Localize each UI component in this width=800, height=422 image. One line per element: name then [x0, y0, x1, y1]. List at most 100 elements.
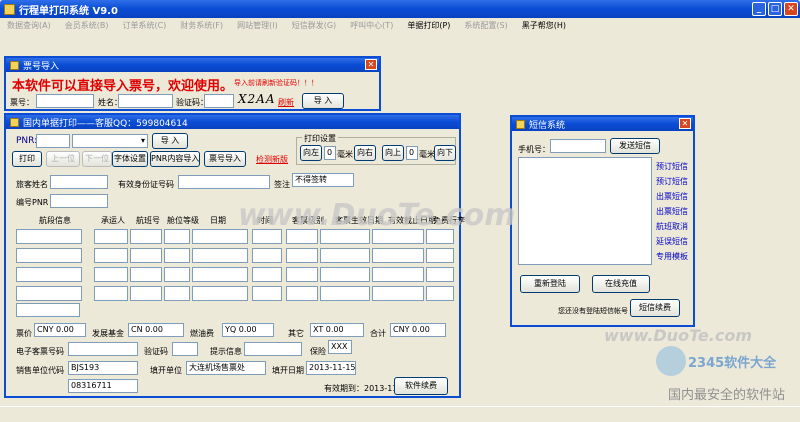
menu-item-8[interactable]: 系统配置(S)	[457, 20, 514, 31]
send-sms-button[interactable]: 发送短信	[610, 138, 660, 154]
total-input[interactable]: CNY 0.00	[390, 323, 446, 337]
remark-input[interactable]: 不得签转	[292, 173, 354, 187]
menu-item-6[interactable]: 呼叫中心(T)	[343, 20, 400, 31]
menu-item-4[interactable]: 网站管理(I)	[230, 20, 285, 31]
menu-item-1[interactable]: 会员系统(B)	[58, 20, 116, 31]
segment-cell[interactable]	[252, 248, 282, 263]
move-up-button[interactable]: 向上	[382, 145, 404, 161]
segment-cell[interactable]	[320, 267, 370, 282]
sms-template-link-1[interactable]: 预订短信	[656, 176, 688, 187]
segment-cell[interactable]	[426, 248, 454, 263]
segment-cell[interactable]	[372, 286, 424, 301]
move-down-button[interactable]: 向下	[434, 145, 456, 161]
sms-template-link-4[interactable]: 航班取消	[656, 221, 688, 232]
info-input[interactable]	[244, 342, 302, 356]
eticket-input[interactable]	[68, 342, 138, 356]
menu-item-0[interactable]: 数据查询(A)	[0, 20, 58, 31]
sms-template-link-3[interactable]: 出票短信	[656, 206, 688, 217]
sms-template-link-5[interactable]: 延误短信	[656, 236, 688, 247]
sms-template-link-2[interactable]: 出票短信	[656, 191, 688, 202]
segment-cell[interactable]	[192, 248, 248, 263]
segment-cell[interactable]	[426, 267, 454, 282]
print-button[interactable]: 打印	[12, 151, 42, 167]
segment-cell[interactable]	[252, 267, 282, 282]
pnr-input[interactable]	[36, 134, 70, 148]
segment-cell[interactable]	[286, 248, 318, 263]
segment-cell[interactable]	[286, 286, 318, 301]
online-recharge-button[interactable]: 在线充值	[592, 275, 650, 293]
refresh-link[interactable]: 刷新	[278, 97, 294, 108]
name-input[interactable]	[118, 94, 173, 108]
next-button[interactable]: 下一位	[82, 151, 112, 167]
extra-segment-input[interactable]	[16, 303, 80, 317]
issue-date-input[interactable]: 2013-11-15	[306, 361, 356, 375]
agent-code-input[interactable]: BJS193	[68, 361, 138, 375]
pnr-code-input[interactable]	[50, 194, 108, 208]
menu-item-3[interactable]: 财务系统(F)	[173, 20, 230, 31]
phone-input[interactable]: 08316711	[68, 379, 138, 393]
segment-cell[interactable]	[286, 267, 318, 282]
move-left-button[interactable]: 向左	[300, 145, 322, 161]
sms-template-link-0[interactable]: 预订短信	[656, 161, 688, 172]
pnr-select[interactable]: ▾	[72, 134, 148, 148]
segment-cell[interactable]	[372, 267, 424, 282]
segment-cell[interactable]	[164, 286, 190, 301]
check-update-link[interactable]: 检测新版	[256, 154, 288, 165]
segment-cell[interactable]	[16, 248, 82, 263]
verify-input[interactable]	[172, 342, 198, 356]
relogin-button[interactable]: 重新登陆	[520, 275, 580, 293]
minimize-button[interactable]: _	[752, 2, 766, 16]
close-button[interactable]: ✕	[784, 2, 798, 16]
close-icon[interactable]: ✕	[365, 59, 377, 70]
fund-input[interactable]: CN 0.00	[128, 323, 184, 337]
segment-cell[interactable]	[94, 229, 128, 244]
segment-cell[interactable]	[320, 286, 370, 301]
segment-cell[interactable]	[192, 267, 248, 282]
segment-cell[interactable]	[320, 248, 370, 263]
maximize-button[interactable]: □	[768, 2, 782, 16]
software-renew-button[interactable]: 软件续费	[394, 377, 448, 395]
segment-cell[interactable]	[192, 286, 248, 301]
menu-item-9[interactable]: 黑子帮您(H)	[515, 20, 573, 31]
segment-cell[interactable]	[130, 248, 162, 263]
pnr-content-import-button[interactable]: PNR内容导入	[150, 151, 200, 167]
segment-cell[interactable]	[164, 229, 190, 244]
segment-cell[interactable]	[164, 248, 190, 263]
fuel-input[interactable]: YQ 0.00	[222, 323, 274, 337]
ticket-number-import-button[interactable]: 票号导入	[204, 151, 246, 167]
move-right-button[interactable]: 向右	[354, 145, 376, 161]
passenger-name-input[interactable]	[50, 175, 108, 189]
issuer-input[interactable]: 大连机场售票处	[186, 361, 266, 375]
sms-renew-button[interactable]: 短信续费	[630, 299, 680, 317]
segment-cell[interactable]	[372, 248, 424, 263]
segment-cell[interactable]	[130, 286, 162, 301]
insurance-input[interactable]: XXX	[328, 340, 352, 354]
menu-item-7[interactable]: 单据打印(P)	[400, 20, 457, 31]
pnr-import-button[interactable]: 导 入	[152, 133, 188, 149]
segment-cell[interactable]	[16, 267, 82, 282]
fare-input[interactable]: CNY 0.00	[34, 323, 86, 337]
segment-cell[interactable]	[426, 286, 454, 301]
segment-cell[interactable]	[164, 267, 190, 282]
segment-cell[interactable]	[94, 248, 128, 263]
sms-content-textarea[interactable]	[518, 157, 652, 265]
id-number-input[interactable]	[178, 175, 270, 189]
other-input[interactable]: XT 0.00	[310, 323, 364, 337]
menu-item-2[interactable]: 订单系统(C)	[115, 20, 173, 31]
captcha-input[interactable]	[204, 94, 234, 108]
sms-template-link-6[interactable]: 专用模板	[656, 251, 688, 262]
segment-cell[interactable]	[130, 267, 162, 282]
close-icon[interactable]: ✕	[679, 118, 691, 129]
ticket-import-button[interactable]: 导 入	[302, 93, 344, 109]
horizontal-offset-input[interactable]: 0	[324, 146, 336, 160]
segment-cell[interactable]	[16, 229, 82, 244]
segment-cell[interactable]	[94, 267, 128, 282]
font-settings-button[interactable]: 字体设置	[112, 151, 148, 167]
prev-button[interactable]: 上一位	[46, 151, 80, 167]
segment-cell[interactable]	[94, 286, 128, 301]
segment-cell[interactable]	[252, 286, 282, 301]
phone-number-input[interactable]	[550, 139, 606, 153]
segment-cell[interactable]	[130, 229, 162, 244]
vertical-offset-input[interactable]: 0	[406, 146, 418, 160]
menu-item-5[interactable]: 短信群发(G)	[285, 20, 343, 31]
